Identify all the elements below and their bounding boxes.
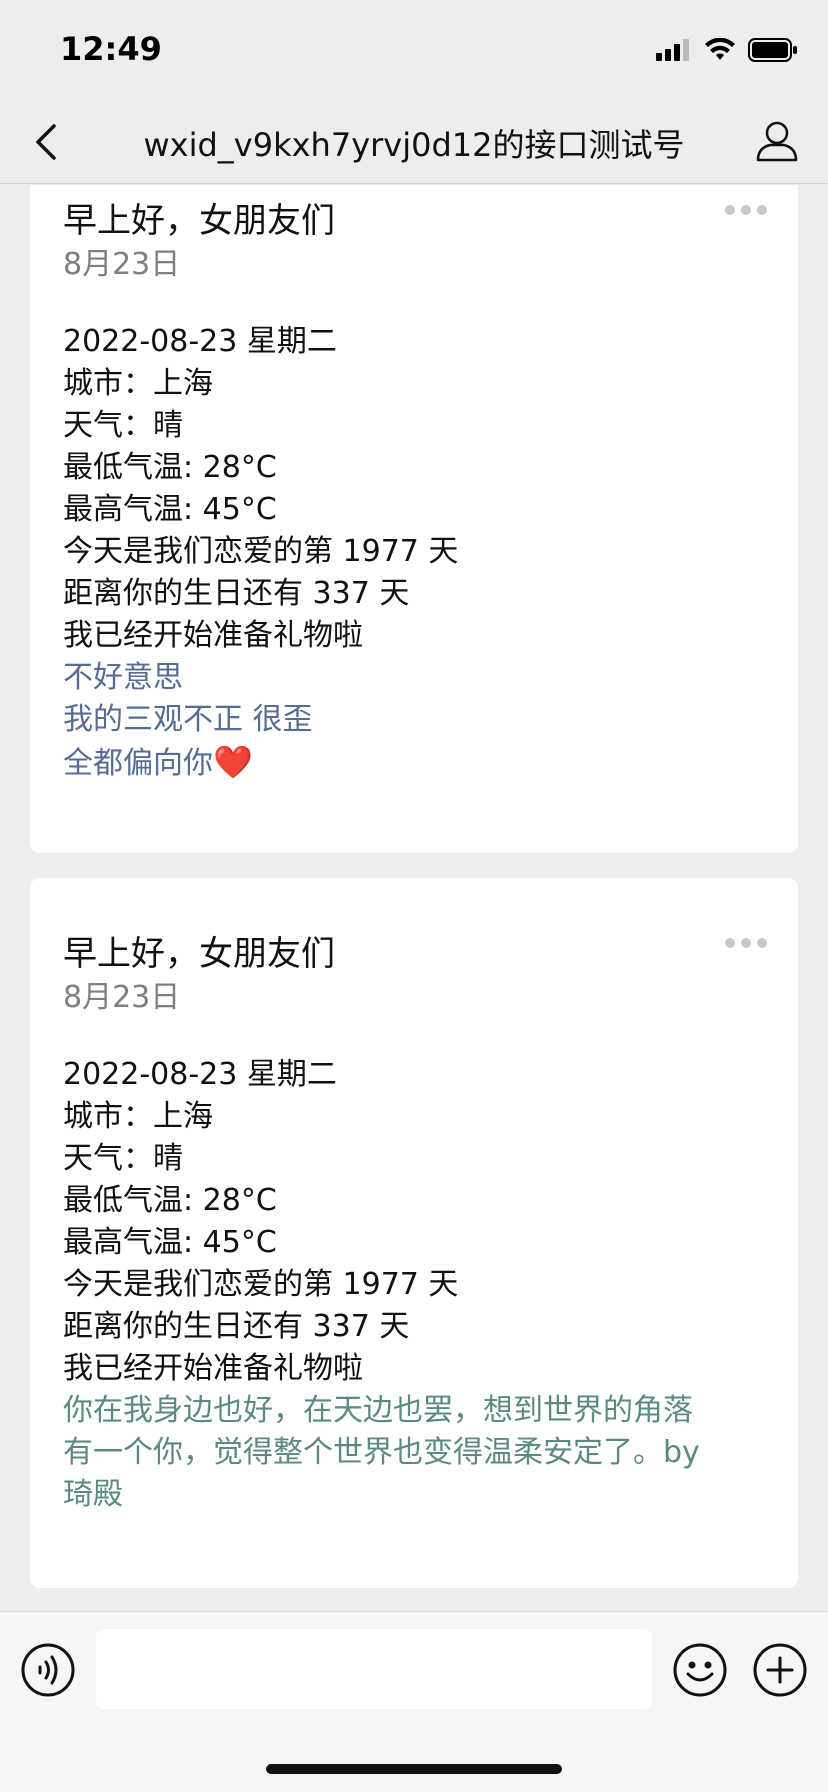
home-indicator [266, 1764, 562, 1774]
card-line-weather: 天气：晴 [63, 1141, 183, 1176]
card-line-date: 2022-08-23 星期二 [63, 324, 337, 359]
card-line-love-days: 今天是我们恋爱的第 1977 天 [63, 1267, 459, 1302]
card-line-birthday: 距离你的生日还有 337 天 [63, 576, 410, 611]
message-card[interactable]: 早上好，女朋友们 8月23日 2022-08-23 星期二 城市：上海 天气：晴… [30, 185, 798, 853]
wifi-icon [705, 38, 735, 60]
card-line-birthday: 距离你的生日还有 337 天 [63, 1309, 410, 1344]
plus-icon[interactable] [752, 1642, 808, 1698]
battery-icon [748, 38, 797, 62]
status-time: 12:49 [60, 30, 162, 68]
signal-icon [656, 39, 689, 61]
card-title: 早上好，女朋友们 [63, 201, 335, 241]
card-line-gift: 我已经开始准备礼物啦 [63, 1351, 363, 1386]
card-line-min-temp: 最低气温: 28°C [63, 1183, 277, 1218]
card-date: 8月23日 [63, 980, 181, 1015]
card-line-city: 城市：上海 [63, 366, 213, 401]
voice-icon[interactable] [20, 1642, 76, 1698]
heart-emoji-icon: ❤️ [213, 743, 253, 781]
card-quote: 不好意思 我的三观不正 很歪 全都偏向你❤️ [63, 657, 763, 785]
quote-line: 我的三观不正 很歪 [63, 702, 313, 737]
emoji-icon[interactable] [672, 1642, 728, 1698]
quote-line-last: 全都偏向你❤️ [63, 741, 763, 785]
card-line-love-days: 今天是我们恋爱的第 1977 天 [63, 534, 459, 569]
quote-line: 有一个你，觉得整个世界也变得温柔安定了。by [63, 1435, 700, 1470]
message-input[interactable] [96, 1629, 652, 1709]
card-line-weather: 天气：晴 [63, 408, 183, 443]
card-line-gift: 我已经开始准备礼物啦 [63, 618, 363, 653]
quote-line: 你在我身边也好，在天边也罢，想到世界的角落 [63, 1393, 693, 1428]
card-line-max-temp: 最高气温: 45°C [63, 1225, 277, 1260]
card-body: 2022-08-23 星期二 城市：上海 天气：晴 最低气温: 28°C 最高气… [63, 1054, 763, 1390]
card-quote: 你在我身边也好，在天边也罢，想到世界的角落 有一个你，觉得整个世界也变得温柔安定… [63, 1390, 763, 1516]
back-arrow-icon[interactable] [28, 120, 68, 164]
card-line-min-temp: 最低气温: 28°C [63, 450, 277, 485]
quote-line-text: 全都偏向你 [63, 746, 213, 781]
message-card[interactable]: 早上好，女朋友们 8月23日 2022-08-23 星期二 城市：上海 天气：晴… [30, 878, 798, 1588]
profile-icon[interactable] [754, 118, 800, 166]
card-line-city: 城市：上海 [63, 1099, 213, 1134]
more-options-icon[interactable] [724, 203, 768, 217]
card-line-date: 2022-08-23 星期二 [63, 1057, 337, 1092]
card-line-max-temp: 最高气温: 45°C [63, 492, 277, 527]
card-date: 8月23日 [63, 247, 181, 282]
quote-line: 不好意思 [63, 660, 183, 695]
message-feed[interactable]: 早上好，女朋友们 8月23日 2022-08-23 星期二 城市：上海 天气：晴… [0, 185, 828, 1610]
status-icons [656, 36, 798, 64]
quote-line: 琦殿 [63, 1477, 123, 1512]
status-bar: 12:49 [0, 0, 828, 100]
nav-bar: wxid_v9kxh7yrvj0d12的接口测试号 [0, 100, 828, 184]
card-title: 早上好，女朋友们 [63, 934, 335, 974]
nav-title: wxid_v9kxh7yrvj0d12的接口测试号 [143, 126, 685, 164]
more-options-icon[interactable] [724, 936, 768, 950]
card-body: 2022-08-23 星期二 城市：上海 天气：晴 最低气温: 28°C 最高气… [63, 321, 763, 657]
